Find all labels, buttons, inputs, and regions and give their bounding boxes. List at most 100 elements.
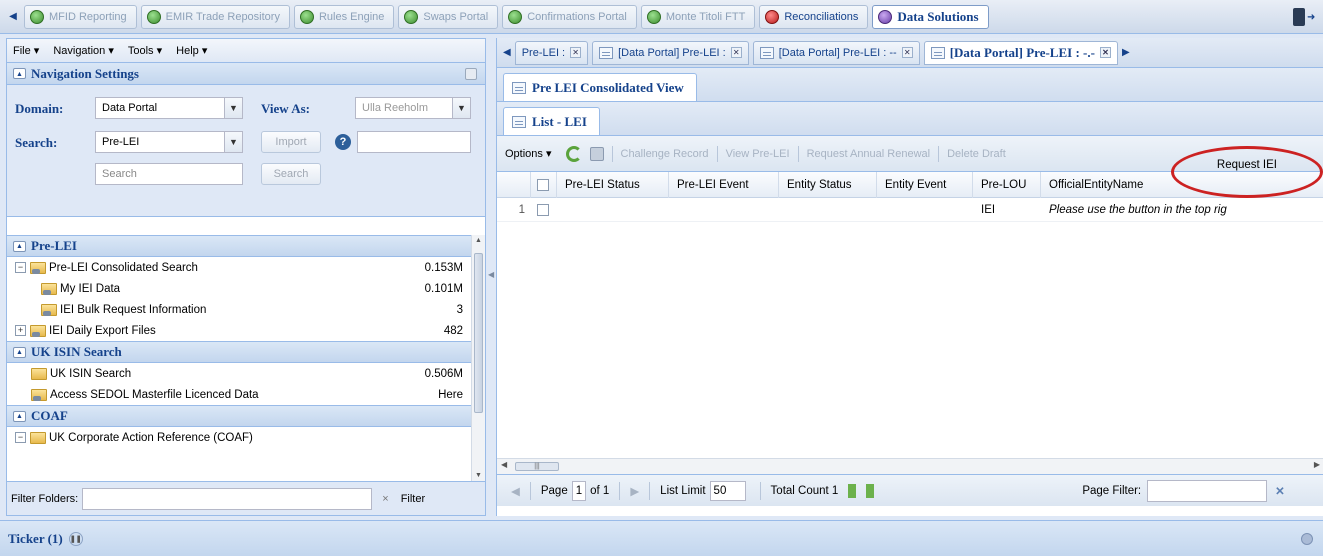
scroll-up-icon[interactable]: ▲ — [475, 237, 482, 244]
collapse-icon[interactable]: ▲ — [13, 68, 26, 79]
clear-icon[interactable]: × — [382, 493, 388, 505]
help-icon[interactable]: ? — [335, 134, 351, 150]
section-uk-isin[interactable]: ▲ UK ISIN Search — [7, 341, 473, 363]
app-tab-confirmations[interactable]: Confirmations Portal — [502, 4, 637, 29]
prev-page-icon[interactable]: ◀ — [511, 484, 520, 498]
ticker-label[interactable]: Ticker (1) — [8, 531, 63, 547]
import-button[interactable]: Import — [261, 131, 321, 153]
nav-settings-header[interactable]: ▲ Navigation Settings — [7, 63, 485, 85]
view-pre-lei-button[interactable]: View Pre-LEI — [726, 148, 790, 160]
collapse-icon[interactable]: ▲ — [13, 240, 26, 252]
column-header[interactable]: Pre-LEI Status — [557, 171, 669, 198]
collapse-icon[interactable]: ▲ — [13, 346, 26, 358]
select-all-header[interactable] — [531, 171, 557, 198]
splitter-handle[interactable]: ◀ — [488, 270, 494, 300]
page-number-input[interactable]: 1 — [571, 480, 587, 501]
chevron-down-icon[interactable]: ▼ — [224, 98, 242, 118]
list-limit-input[interactable]: 50 — [709, 480, 746, 501]
doc-tab[interactable]: [Data Portal] Pre-LEI : -- ✕ — [752, 40, 920, 65]
scroll-left-icon[interactable]: ◀ — [503, 47, 511, 58]
collapse-icon[interactable]: ▲ — [13, 410, 26, 422]
request-iei-button[interactable]: Request IEI — [1217, 159, 1277, 171]
column-header[interactable]: OfficialEntityName — [1041, 172, 1291, 198]
search-aux-input[interactable] — [357, 131, 471, 153]
options-menu-button[interactable]: Options ▾ — [505, 147, 552, 160]
tree-item-link[interactable]: Here — [438, 389, 463, 401]
lock-icon[interactable] — [465, 68, 477, 80]
sort-down-icon[interactable] — [866, 483, 875, 498]
menu-tools[interactable]: Tools ▾ — [128, 44, 162, 57]
chevron-down-icon[interactable]: ▼ — [224, 132, 242, 152]
doc-tab-active[interactable]: [Data Portal] Pre-LEI : -.- ✕ — [923, 40, 1118, 65]
tree-scrollbar[interactable]: ▲ ▼ — [471, 235, 485, 481]
app-tab-emir[interactable]: EMIR Trade Repository — [140, 4, 290, 29]
filter-input[interactable] — [82, 487, 373, 510]
refresh-icon[interactable] — [565, 145, 582, 162]
ticker-toggle-icon[interactable] — [1301, 532, 1313, 545]
page-filter-input[interactable] — [1147, 479, 1268, 502]
tab-overflow[interactable]: ➜ — [1289, 5, 1323, 29]
column-header[interactable]: Pre-LOU — [973, 171, 1041, 198]
sort-up-icon[interactable] — [848, 483, 857, 498]
app-tab-rules[interactable]: Rules Engine — [293, 4, 395, 29]
table-row[interactable]: 1 IEI Please use the button in the top r… — [497, 198, 1323, 222]
tree-item[interactable]: IEI Bulk Request Information 3 — [7, 299, 473, 320]
close-icon[interactable]: ✕ — [730, 47, 742, 58]
app-tab-reconciliations[interactable]: Reconciliations — [759, 4, 869, 29]
row-checkbox-cell[interactable] — [531, 198, 557, 222]
tree-item[interactable]: UK ISIN Search 0.506M — [7, 363, 473, 384]
domain-select[interactable]: Data Portal ▼ — [95, 97, 243, 119]
doc-tab[interactable]: Pre-LEI : ✕ — [514, 40, 589, 65]
app-tab-data-solutions[interactable]: Data Solutions — [872, 4, 989, 29]
expander-minus-icon[interactable]: − — [15, 432, 26, 443]
cell-official-entity-name: Please use the button in the top rig — [1049, 203, 1227, 216]
app-tab-mfid[interactable]: MFID Reporting — [24, 4, 137, 29]
search-type-select[interactable]: Pre-LEI ▼ — [95, 131, 243, 153]
scroll-left-icon[interactable]: ◀ — [501, 460, 507, 469]
request-renewal-button[interactable]: Request Annual Renewal — [807, 148, 931, 160]
tree-item[interactable]: Access SEDOL Masterfile Licenced Data He… — [7, 384, 473, 405]
expander-plus-icon[interactable]: + — [15, 325, 26, 336]
search-input[interactable]: Search — [95, 163, 243, 185]
scroll-thumb[interactable] — [474, 253, 483, 413]
tree-item[interactable]: − Pre-LEI Consolidated Search 0.153M — [7, 257, 473, 278]
close-icon[interactable]: ✕ — [1099, 47, 1111, 58]
scroll-right-icon[interactable]: ▶ — [1122, 47, 1130, 58]
close-icon[interactable]: ✕ — [901, 47, 913, 58]
filter-button[interactable]: Filter — [401, 493, 425, 505]
menu-help[interactable]: Help ▾ — [176, 44, 207, 57]
print-icon[interactable] — [589, 146, 604, 161]
row-checkbox[interactable] — [537, 203, 549, 216]
column-header[interactable]: Pre-LEI Event — [669, 171, 779, 198]
column-header[interactable]: Entity Event — [877, 171, 973, 198]
tree-item[interactable]: + IEI Daily Export Files 482 — [7, 320, 473, 341]
tree-item[interactable]: My IEI Data 0.101M — [7, 278, 473, 299]
next-page-icon[interactable]: ▶ — [630, 484, 639, 498]
scroll-right-icon[interactable]: ▶ — [1314, 460, 1320, 469]
tab-consolidated-view[interactable]: Pre LEI Consolidated View — [503, 73, 697, 101]
app-tab-swaps[interactable]: Swaps Portal — [398, 4, 499, 29]
tree-item[interactable]: − UK Corporate Action Reference (COAF) — [7, 427, 473, 448]
grid-horizontal-scrollbar[interactable]: ◀ ||| ▶ — [497, 458, 1323, 474]
delete-draft-button[interactable]: Delete Draft — [947, 148, 1006, 160]
doc-tab[interactable]: [Data Portal] Pre-LEI : ✕ — [592, 40, 749, 65]
menu-file[interactable]: File ▾ — [13, 44, 39, 57]
clear-icon[interactable]: ✕ — [1275, 484, 1285, 498]
chevron-down-icon[interactable]: ▼ — [452, 98, 470, 118]
scroll-down-icon[interactable]: ▼ — [475, 472, 482, 479]
expander-minus-icon[interactable]: − — [15, 262, 26, 273]
challenge-record-button[interactable]: Challenge Record — [621, 148, 709, 160]
tab-list-lei[interactable]: List - LEI — [503, 107, 600, 135]
column-header[interactable]: Entity Status — [779, 171, 877, 198]
view-as-select[interactable]: Ulla Reeholm ▼ — [355, 97, 471, 119]
section-pre-lei[interactable]: ▲ Pre-LEI — [7, 235, 473, 257]
app-tab-monte-titoli[interactable]: Monte Titoli FTT — [640, 4, 756, 29]
scroll-left-icon[interactable]: ◀ — [6, 7, 20, 27]
section-coaf[interactable]: ▲ COAF — [7, 405, 473, 427]
scroll-thumb[interactable]: ||| — [515, 462, 559, 471]
pause-icon[interactable]: ❚❚ — [68, 531, 83, 546]
close-icon[interactable]: ✕ — [570, 47, 582, 58]
search-button[interactable]: Search — [261, 163, 321, 185]
menu-navigation[interactable]: Navigation ▾ — [53, 44, 114, 57]
select-all-checkbox[interactable] — [537, 178, 549, 191]
